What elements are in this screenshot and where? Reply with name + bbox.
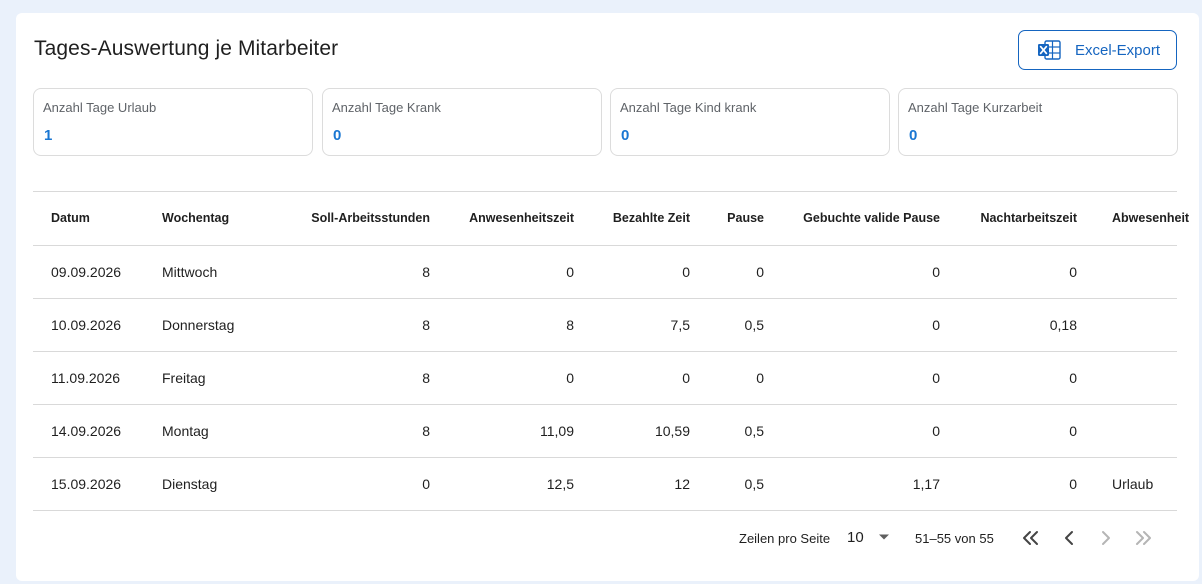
stat-label: Anzahl Tage Urlaub xyxy=(43,100,157,115)
rows-per-page-label: Zeilen pro Seite xyxy=(739,531,831,546)
cell-nachtarbeitszeit: 0,18 xyxy=(940,298,1077,352)
col-header-nachtarbeitszeit[interactable]: Nachtarbeitszeit xyxy=(940,192,1077,246)
stat-card-krank: Anzahl Tage Krank 0 xyxy=(322,88,602,156)
cell-anwesenheitszeit: 0 xyxy=(430,245,574,299)
stat-card-urlaub: Anzahl Tage Urlaub 1 xyxy=(33,88,313,156)
col-header-anwesenheitszeit[interactable]: Anwesenheitszeit xyxy=(430,192,574,246)
cell-pause: 0,5 xyxy=(690,404,764,458)
page-range: 51–55 von 55 xyxy=(915,531,994,546)
cell-anwesenheitszeit: 11,09 xyxy=(430,404,574,458)
cell-nachtarbeitszeit: 0 xyxy=(940,351,1077,405)
stat-label: Anzahl Tage Krank xyxy=(332,100,441,115)
table-row: 14.09.2026 Montag 8 11,09 10,59 0,5 0 0 xyxy=(33,404,1177,458)
cell-gebuchte-valide-pause: 0 xyxy=(764,245,940,299)
table-header-row: Datum Wochentag Soll-Arbeitsstunden Anwe… xyxy=(33,192,1189,246)
stat-label: Anzahl Tage Kind krank xyxy=(620,100,757,115)
cell-bezahlte-zeit: 7,5 xyxy=(574,298,690,352)
report-card: Tages-Auswertung je Mitarbeiter Excel-Ex… xyxy=(16,13,1199,581)
page-title: Tages-Auswertung je Mitarbeiter xyxy=(34,37,339,60)
cell-wochentag: Mittwoch xyxy=(162,245,280,299)
cell-wochentag: Donnerstag xyxy=(162,298,280,352)
cell-datum: 09.09.2026 xyxy=(33,245,162,299)
cell-soll-arbeitsstunden: 8 xyxy=(280,298,430,352)
col-header-datum[interactable]: Datum xyxy=(33,192,162,246)
previous-page-icon[interactable] xyxy=(1057,526,1081,550)
cell-soll-arbeitsstunden: 0 xyxy=(280,457,430,511)
first-page-icon[interactable] xyxy=(1019,526,1043,550)
daily-report-table: Datum Wochentag Soll-Arbeitsstunden Anwe… xyxy=(33,192,1189,511)
cell-bezahlte-zeit: 0 xyxy=(574,351,690,405)
cell-datum: 10.09.2026 xyxy=(33,298,162,352)
cell-pause: 0 xyxy=(690,351,764,405)
cell-gebuchte-valide-pause: 0 xyxy=(764,351,940,405)
stat-value: 0 xyxy=(621,127,630,144)
col-header-bezahlte-zeit[interactable]: Bezahlte Zeit xyxy=(574,192,690,246)
col-header-pause[interactable]: Pause xyxy=(690,192,764,246)
cell-gebuchte-valide-pause: 0 xyxy=(764,298,940,352)
table-row: 10.09.2026 Donnerstag 8 8 7,5 0,5 0 0,18 xyxy=(33,298,1177,352)
table-row: 09.09.2026 Mittwoch 8 0 0 0 0 0 xyxy=(33,245,1177,299)
col-header-gebuchte-valide-pause[interactable]: Gebuchte valide Pause xyxy=(764,192,940,246)
cell-datum: 11.09.2026 xyxy=(33,351,162,405)
cell-nachtarbeitszeit: 0 xyxy=(940,404,1077,458)
pagination-bar: Zeilen pro Seite 10 51–55 von 55 xyxy=(16,523,1199,553)
cell-pause: 0 xyxy=(690,245,764,299)
cell-wochentag: Dienstag xyxy=(162,457,280,511)
stat-card-kurzarbeit: Anzahl Tage Kurzarbeit 0 xyxy=(898,88,1178,156)
last-page-icon[interactable] xyxy=(1131,526,1155,550)
cell-datum: 15.09.2026 xyxy=(33,457,162,511)
excel-export-label: Excel-Export xyxy=(1075,41,1161,59)
cell-soll-arbeitsstunden: 8 xyxy=(280,351,430,405)
cell-pause: 0,5 xyxy=(690,457,764,511)
cell-datum: 14.09.2026 xyxy=(33,404,162,458)
cell-abwesenheit: Urlaub xyxy=(1077,457,1177,511)
rows-per-page-value: 10 xyxy=(847,529,864,546)
stat-value: 0 xyxy=(333,127,342,144)
col-header-soll-arbeitsstunden[interactable]: Soll-Arbeitsstunden xyxy=(280,192,430,246)
next-page-icon[interactable] xyxy=(1094,526,1118,550)
cell-bezahlte-zeit: 0 xyxy=(574,245,690,299)
cell-anwesenheitszeit: 12,5 xyxy=(430,457,574,511)
cell-wochentag: Freitag xyxy=(162,351,280,405)
col-header-abwesenheit[interactable]: Abwesenheit xyxy=(1077,192,1189,246)
rows-per-page-select[interactable]: 10 xyxy=(847,527,897,549)
cell-anwesenheitszeit: 0 xyxy=(430,351,574,405)
cell-abwesenheit xyxy=(1077,245,1177,299)
cell-anwesenheitszeit: 8 xyxy=(430,298,574,352)
cell-abwesenheit xyxy=(1077,404,1177,458)
excel-icon xyxy=(1038,40,1061,60)
cell-bezahlte-zeit: 12 xyxy=(574,457,690,511)
cell-soll-arbeitsstunden: 8 xyxy=(280,404,430,458)
stat-value: 1 xyxy=(44,127,53,144)
caret-down-icon xyxy=(879,534,889,540)
cell-soll-arbeitsstunden: 8 xyxy=(280,245,430,299)
excel-export-button[interactable]: Excel-Export xyxy=(1018,30,1177,70)
cell-nachtarbeitszeit: 0 xyxy=(940,457,1077,511)
cell-bezahlte-zeit: 10,59 xyxy=(574,404,690,458)
cell-gebuchte-valide-pause: 0 xyxy=(764,404,940,458)
col-header-wochentag[interactable]: Wochentag xyxy=(162,192,280,246)
cell-nachtarbeitszeit: 0 xyxy=(940,245,1077,299)
cell-abwesenheit xyxy=(1077,298,1177,352)
cell-abwesenheit xyxy=(1077,351,1177,405)
stat-label: Anzahl Tage Kurzarbeit xyxy=(908,100,1043,115)
table-row: 11.09.2026 Freitag 8 0 0 0 0 0 xyxy=(33,351,1177,405)
stat-value: 0 xyxy=(909,127,918,144)
cell-pause: 0,5 xyxy=(690,298,764,352)
stat-card-kind-krank: Anzahl Tage Kind krank 0 xyxy=(610,88,890,156)
table-row: 15.09.2026 Dienstag 0 12,5 12 0,5 1,17 0… xyxy=(33,457,1177,511)
cell-wochentag: Montag xyxy=(162,404,280,458)
cell-gebuchte-valide-pause: 1,17 xyxy=(764,457,940,511)
